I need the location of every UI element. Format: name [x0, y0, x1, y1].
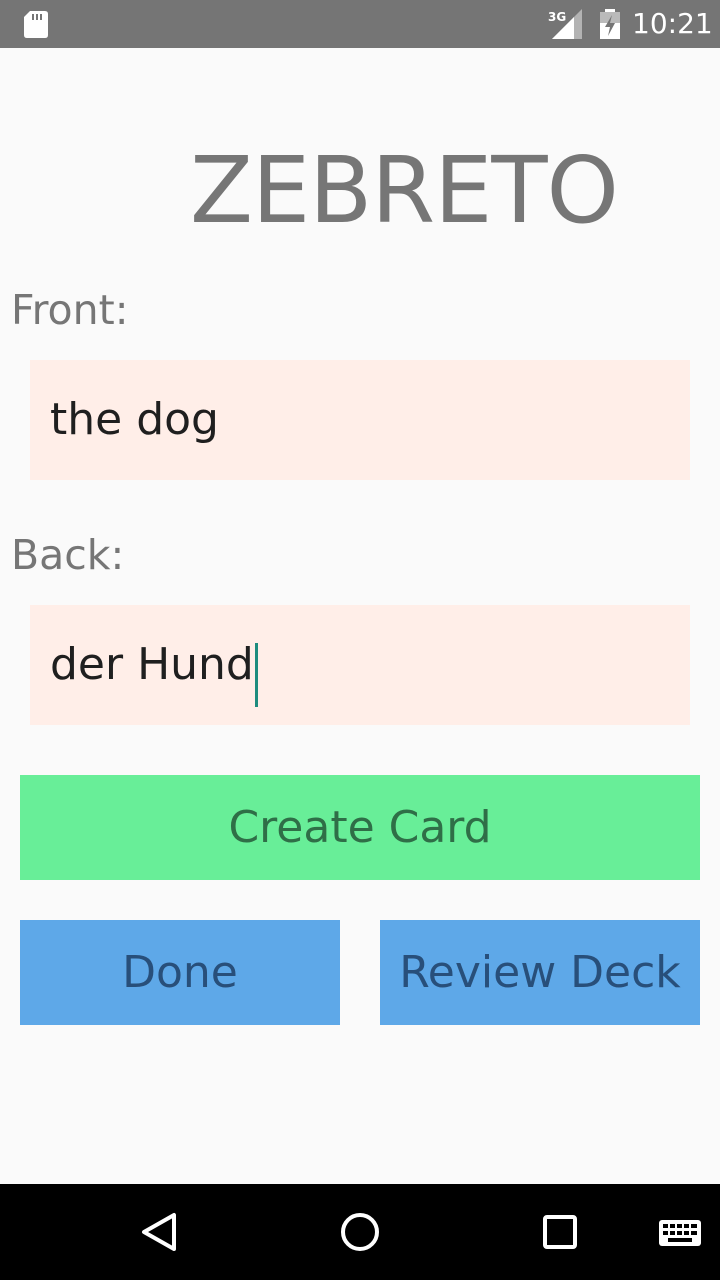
- front-label: Front:: [11, 286, 129, 334]
- navigation-bar: [0, 1184, 720, 1280]
- front-input[interactable]: the dog: [30, 360, 690, 480]
- battery-charging-icon: [600, 9, 620, 39]
- back-label: Back:: [11, 531, 125, 579]
- recents-icon[interactable]: [532, 1204, 588, 1260]
- status-time: 10:21: [632, 7, 713, 40]
- review-deck-button[interactable]: Review Deck: [380, 920, 700, 1025]
- status-bar: 3G 10:21: [0, 0, 720, 48]
- keyboard-icon[interactable]: [652, 1204, 708, 1260]
- home-icon[interactable]: [332, 1204, 388, 1260]
- back-input[interactable]: der Hund: [30, 605, 690, 725]
- network-type-label: 3G: [548, 10, 566, 24]
- front-input-value: the dog: [50, 394, 219, 445]
- app-title: ZEBRETO: [190, 137, 619, 244]
- done-button[interactable]: Done: [20, 920, 340, 1025]
- create-card-button[interactable]: Create Card: [20, 775, 700, 880]
- back-input-value: der Hund: [50, 639, 254, 690]
- back-icon[interactable]: [132, 1204, 188, 1260]
- sd-card-icon: [24, 11, 48, 38]
- signal-icon: 3G: [548, 9, 582, 39]
- text-cursor: [254, 642, 258, 707]
